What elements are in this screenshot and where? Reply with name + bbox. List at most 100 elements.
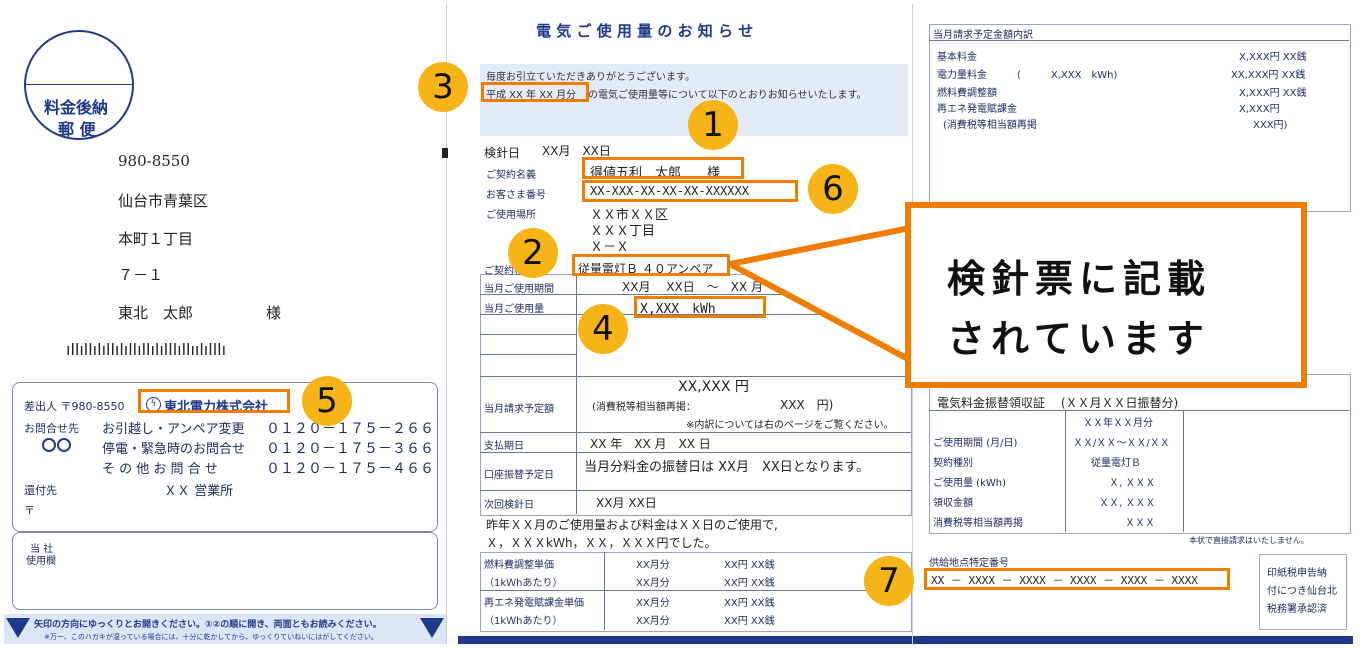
renew-label-1: 再エネ発電賦課金単価	[484, 598, 584, 609]
callout-box: 検針票に記載 されています	[905, 202, 1307, 388]
receipt-row-4-value: ＸＸ, ＸＸＸ	[1099, 498, 1156, 509]
next-meter: XX月 XX日	[596, 496, 657, 510]
tax-note: (消費税等相当額再掲：	[592, 402, 696, 413]
receipt-row-2-value: 従量電灯Ｂ	[1091, 458, 1141, 469]
contact-2-phone: ０１２０－１７５－３６６	[266, 441, 434, 457]
recipient-name: 東北 太郎	[118, 304, 194, 322]
renew-price-1: XX円 XX銭	[724, 598, 775, 609]
location-3: Ｘ－Ｘ	[590, 240, 630, 255]
greeting-line1: 毎度お引立ていただきありがとうございます。	[486, 72, 695, 83]
breakdown-row-2-value: XX,XXX円 XX銭	[1231, 70, 1306, 81]
receipt-row-3-value: Ｘ, ＸＸＸ	[1109, 478, 1156, 489]
postage-stamp: 料金後納 郵 便	[24, 30, 134, 140]
tax-stamp-3: 税務署承認済	[1267, 604, 1327, 615]
breakdown-row-3-label: 燃料費調整額	[937, 88, 997, 99]
usage-label: 当月ご使用量	[484, 304, 544, 315]
renew-price-2: XX円 XX銭	[724, 616, 775, 627]
fold-arrow-left-icon	[6, 618, 30, 638]
recipient-honorific: 様	[266, 304, 282, 322]
contact-3-phone: ０１２０－１７５－４６６	[266, 461, 434, 477]
corner-mark-icon	[442, 148, 448, 158]
payment-date: XX 年 XX 月 XX 日	[590, 437, 711, 451]
highlight-company	[138, 389, 290, 413]
contact-label: お問合せ先	[24, 422, 79, 435]
marker-3: 3	[418, 62, 468, 112]
freedial-icon	[42, 438, 74, 454]
contact-1-phone: ０１２０－１７５－２６６	[266, 421, 434, 437]
stamp-line1: 料金後納	[44, 98, 109, 117]
office-name: ＸＸ 営業所	[164, 484, 234, 499]
return-label: 還付先	[24, 484, 57, 497]
breakdown-header: 当月請求予定金額内訳	[933, 30, 1033, 41]
location-label: ご使用場所	[486, 210, 536, 221]
meter-date-label: 検針日	[484, 146, 521, 160]
marker-7: 7	[864, 556, 914, 606]
contact-1-label: お引越し・アンペア変更	[102, 422, 245, 437]
receipt-row-1-label: ご使用期間 (月/日)	[933, 438, 1018, 449]
receipt-row-3-label: ご使用量 (kWh)	[933, 478, 1006, 489]
fold-arrow-right-icon	[420, 618, 444, 638]
breakdown-row-1-label: 基本料金	[937, 52, 977, 63]
receipt-row-4-label: 領収金額	[933, 498, 973, 509]
receipt-row-2-label: 契約種別	[933, 458, 973, 469]
no-invoice-note: 本状で直接請求はいたしません。	[1189, 536, 1309, 545]
highlight-period	[481, 82, 589, 102]
breakdown-note: ※内訳については右のページをご覧ください。	[686, 420, 894, 431]
period-label: 当月ご使用期間	[484, 284, 554, 295]
breakdown-row-4-label: 再エネ発電賦課金	[937, 104, 1017, 115]
callout-pointer	[730, 225, 913, 363]
highlight-contract-name	[582, 157, 744, 179]
fuel-label-2: （1kＷhあたり）	[484, 578, 563, 589]
company-use-box	[12, 532, 438, 610]
renew-label-2: （1kＷhあたり）	[484, 616, 563, 627]
transfer-text: 当月分料金の振替日は XX月 XX日となります。	[584, 460, 870, 475]
left-panel: 料金後納 郵 便 980-8550 仙台市青葉区 本町１丁目 ７－１ 東北 太郎…	[4, 4, 447, 644]
marker-6: 6	[808, 164, 858, 214]
open-instruction: 矢印の方向にゆっくりとお開きください。①②の順に開き、両面ともお読みください。	[34, 620, 382, 630]
highlight-customer-no	[582, 180, 798, 202]
address-number: ７－１	[118, 266, 164, 284]
tax-stamp-1: 印紙税申告納	[1267, 568, 1327, 579]
next-meter-label: 次回検針日	[484, 500, 534, 511]
contract-name-label: ご契約名義	[486, 170, 536, 181]
fuel-label-1: 燃料費調整単価	[484, 560, 554, 571]
breakdown-row-3-value: X,XXX円 XX銭	[1239, 88, 1307, 99]
marker-1: 1	[688, 100, 738, 150]
marker-4: 4	[578, 304, 628, 354]
receipt-row-5-value: ＸＸＸ	[1125, 518, 1155, 529]
marker-2: 2	[508, 228, 558, 278]
callout-line2: されています	[947, 317, 1210, 361]
receipt-title: 電気料金振替領収証 (ＸＸ月ＸＸ日振替分)	[937, 396, 1179, 410]
fuel-price-1: XX円 XX銭	[724, 560, 775, 571]
last-year-line1: 昨年ＸＸ月のご使用量および料金はＸＸ日のご使用で,	[486, 518, 778, 532]
payment-date-label: 支払期日	[484, 441, 524, 452]
breakdown-row-1-value: X,XXX円 XX銭	[1239, 52, 1307, 63]
fuel-month-1: XX月分	[636, 560, 670, 571]
right-bottom-band	[913, 636, 1353, 644]
notice-title: 電 気 ご 使 用 量 の お 知 ら せ	[536, 22, 754, 40]
supply-point-label: 供給地点特定番号	[929, 558, 1009, 569]
greeting-line2: の電気ご使用量等について以下のとおりお知らせいたします。	[588, 90, 867, 101]
receipt-row-1-value: ＸＸ/ＸＸ～ＸＸ/ＸＸ	[1073, 438, 1170, 449]
bottom-band	[458, 636, 912, 644]
damp-note: ※万一、このハガキが湿っている場合には、十分に乾かしてから、ゆっくりていねいには…	[44, 633, 378, 641]
last-year-line2: Ｘ，ＸＸＸkＷh，ＸＸ，ＸＸＸ円でした。	[486, 536, 717, 550]
contact-2-label: 停電・緊急時のお問合せ	[102, 442, 246, 457]
receipt-month: ＸＸ年ＸＸ月分	[1083, 418, 1153, 429]
transfer-label: 口座振替予定日	[484, 470, 554, 481]
address-street: 本町１丁目	[118, 230, 194, 248]
renew-month-2: XX月分	[636, 616, 670, 627]
stamp-line2: 郵 便	[58, 120, 96, 139]
breakdown-row-5-label: (消費税等相当額再掲	[943, 120, 1037, 131]
highlight-supply-point	[924, 568, 1230, 590]
highlight-contract-type	[572, 254, 730, 276]
contact-3-label: そ の 他 お 問 合 せ	[102, 462, 218, 477]
callout-line1: 検針票に記載	[947, 257, 1212, 301]
fuel-price-2: XX円 XX銭	[724, 578, 775, 589]
postal-barcode: ıllıllılıllılıllıllılılllıllıılılllı	[66, 340, 227, 359]
customer-no-label: お客さま番号	[486, 190, 546, 201]
breakdown-row-4-value: X,XXX円	[1239, 104, 1280, 115]
fuel-month-2: XX月分	[636, 578, 670, 589]
billing-label: 当月請求予定額	[484, 404, 554, 415]
sender-label: 差出人 〒980-8550	[24, 400, 125, 413]
